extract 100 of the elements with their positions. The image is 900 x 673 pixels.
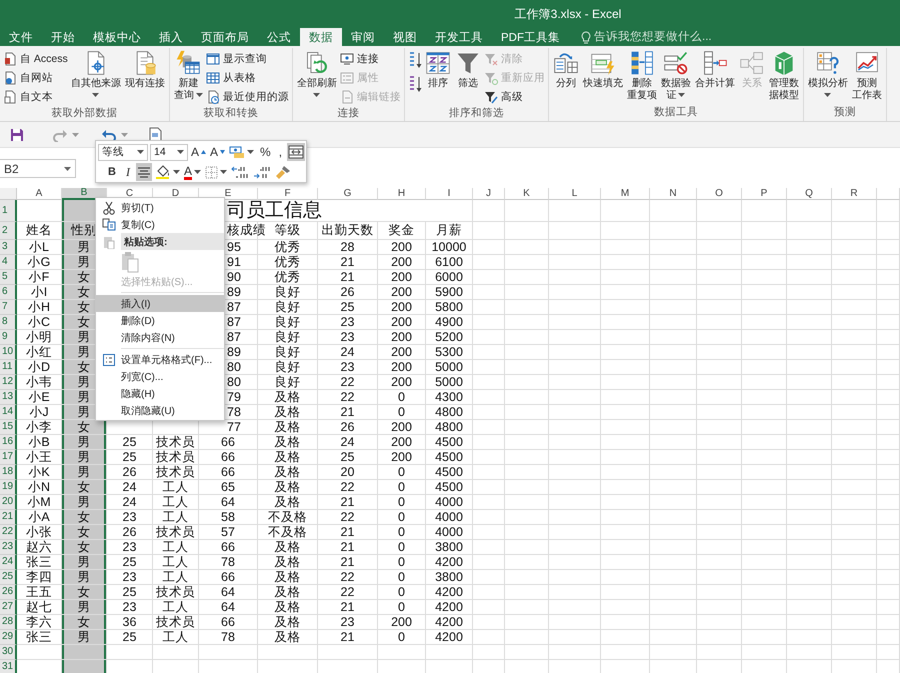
table-cell [473, 285, 505, 300]
column-header[interactable]: N [650, 188, 697, 200]
row-header[interactable]: 28 [0, 615, 17, 630]
ribbon-button[interactable]: 全部刷新 [296, 49, 338, 100]
ribbon-button[interactable]: 新建 查询 [172, 49, 204, 103]
row-header[interactable]: 6 [0, 285, 17, 300]
ribbon-button[interactable]: 连接 [340, 50, 401, 68]
italic-button[interactable]: I [122, 163, 134, 181]
row-header[interactable]: 31 [0, 660, 17, 673]
ribbon-button[interactable]: 数据验 证 [660, 49, 692, 103]
column-header[interactable]: J [473, 188, 505, 200]
ribbon-tab[interactable]: 页面布局 [192, 28, 258, 46]
ribbon-button[interactable]: 自其他来源 [70, 49, 122, 100]
row-header[interactable]: 9 [0, 330, 17, 345]
ribbon-button[interactable]: 快速填充 [582, 49, 624, 91]
merge-button[interactable] [287, 143, 306, 161]
row-header[interactable]: 15 [0, 420, 17, 435]
column-header[interactable]: M [601, 188, 650, 200]
row-header[interactable]: 14 [0, 405, 17, 420]
format-painter-button[interactable] [274, 163, 292, 181]
column-header[interactable]: Q [787, 188, 832, 200]
row-header[interactable]: 29 [0, 630, 17, 645]
row-header[interactable]: 4 [0, 255, 17, 270]
table-cell [832, 240, 877, 255]
row-header[interactable]: 17 [0, 450, 17, 465]
grow-font-button[interactable]: A [190, 143, 208, 161]
row-header[interactable]: 30 [0, 645, 17, 660]
font-color-button[interactable]: A [182, 163, 202, 181]
row-header[interactable]: 1 [0, 200, 17, 222]
column-header[interactable]: I [426, 188, 473, 200]
ribbon-tab[interactable]: 模板中心 [84, 28, 150, 46]
name-box[interactable]: B2 [0, 159, 76, 178]
ribbon-button[interactable]: 合并计算 [694, 49, 736, 91]
ribbon-button[interactable]: 排序 [424, 49, 452, 91]
row-header[interactable]: 11 [0, 360, 17, 375]
center-button[interactable] [136, 163, 152, 181]
row-header[interactable]: 18 [0, 465, 17, 480]
ribbon-tab[interactable]: 审阅 [342, 28, 384, 46]
ribbon-button[interactable]: 模拟分析 [806, 49, 849, 100]
row-header[interactable]: 26 [0, 585, 17, 600]
ribbon-button[interactable]: 管理数 据模型 [768, 49, 800, 103]
ribbon-button[interactable]: 自文本 [3, 88, 68, 106]
table-cell: 及格 [258, 420, 318, 435]
ribbon-button[interactable]: 高级 [484, 88, 545, 106]
ribbon-button[interactable]: 预测 工作表 [850, 49, 883, 103]
bold-button[interactable]: B [104, 163, 120, 181]
ribbon-button[interactable]: 显示查询 [206, 50, 289, 68]
row-header[interactable]: 22 [0, 525, 17, 540]
ribbon-tab[interactable]: PDF工具集 [492, 28, 569, 46]
ribbon-tab[interactable]: 插入 [150, 28, 192, 46]
row-header[interactable]: 12 [0, 375, 17, 390]
ribbon-tab[interactable]: 文件 [0, 28, 42, 46]
ribbon-tab[interactable]: 公式 [258, 28, 300, 46]
percent-button[interactable]: % [257, 143, 274, 161]
column-header[interactable]: H [378, 188, 426, 200]
menu-item[interactable]: 插入(I) [96, 295, 224, 312]
column-header[interactable]: A [17, 188, 62, 200]
ribbon-button[interactable]: 最近使用的源 [206, 88, 289, 106]
font-name-dropdown[interactable]: 等线 [98, 144, 148, 160]
shrink-font-button[interactable]: A [209, 143, 226, 161]
row-header[interactable]: 23 [0, 540, 17, 555]
ribbon-button[interactable]: 删除 重复项 [626, 49, 658, 103]
row-header[interactable]: 13 [0, 390, 17, 405]
row-header[interactable]: 5 [0, 270, 17, 285]
fill-color-button[interactable] [154, 163, 181, 181]
column-header[interactable]: G [318, 188, 378, 200]
column-header[interactable]: R [832, 188, 877, 200]
row-header[interactable]: 16 [0, 435, 17, 450]
column-header[interactable]: F [258, 188, 318, 200]
row-header[interactable]: 8 [0, 315, 17, 330]
clipboard-icon[interactable] [121, 250, 139, 272]
ribbon-tab[interactable]: 开发工具 [426, 28, 492, 46]
ribbon-button[interactable]: 自网站 [3, 69, 68, 87]
ribbon-button[interactable]: 分列 [552, 49, 580, 91]
row-header[interactable]: 25 [0, 570, 17, 585]
column-header[interactable]: B [62, 188, 107, 200]
row-header[interactable]: 20 [0, 495, 17, 510]
ribbon-tab[interactable]: 开始 [42, 28, 84, 46]
font-size-dropdown[interactable]: 14 [150, 144, 188, 160]
ribbon-button[interactable]: 筛选 [454, 49, 482, 91]
ribbon-tab[interactable]: 数据 [300, 28, 342, 46]
row-header[interactable]: 27 [0, 600, 17, 615]
column-header[interactable]: P [742, 188, 787, 200]
ribbon-tab[interactable]: 视图 [384, 28, 426, 46]
ribbon-button[interactable]: 现有连接 [124, 49, 166, 91]
row-header[interactable]: 10 [0, 345, 17, 360]
column-header[interactable]: O [697, 188, 742, 200]
ribbon-button[interactable]: 从表格 [206, 69, 289, 87]
ribbon-button[interactable]: 自 Access [3, 50, 68, 68]
row-header[interactable]: 19 [0, 480, 17, 495]
row-header[interactable]: 2 [0, 222, 17, 240]
table-cell [650, 600, 697, 615]
column-header[interactable]: K [505, 188, 549, 200]
column-header[interactable]: L [549, 188, 601, 200]
row-header[interactable]: 3 [0, 240, 17, 255]
table-cell [549, 510, 601, 525]
row-header[interactable]: 24 [0, 555, 17, 570]
row-header[interactable]: 21 [0, 510, 17, 525]
comma-button[interactable]: , [276, 143, 286, 161]
row-header[interactable]: 7 [0, 300, 17, 315]
